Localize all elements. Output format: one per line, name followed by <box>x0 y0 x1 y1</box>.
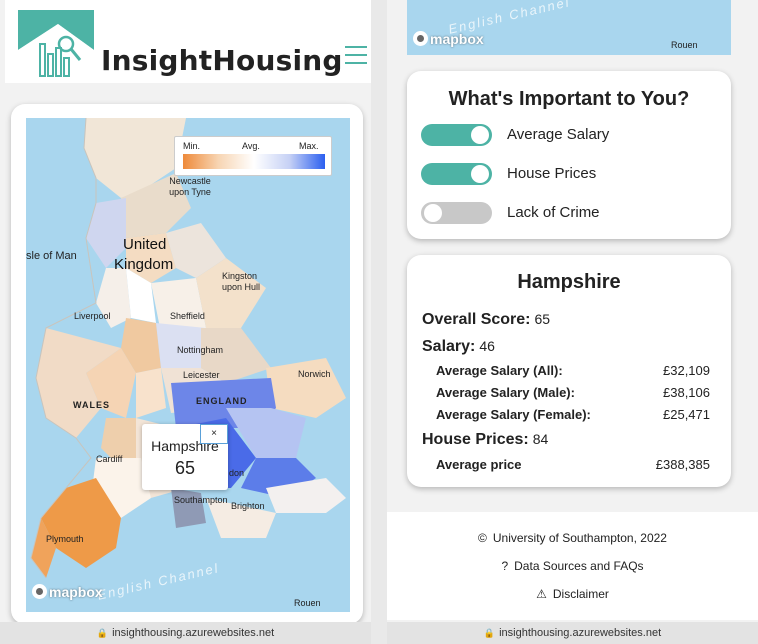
region-popup: × Hampshire 65 <box>142 424 228 490</box>
salary-all-label: Average Salary (All): <box>436 363 563 378</box>
popup-close-button[interactable]: × <box>200 424 228 444</box>
house-prices-toggle-label: House Prices <box>507 165 597 182</box>
map-label-london: don <box>229 468 245 478</box>
legend-gradient <box>183 154 325 169</box>
importance-card: What's Important to You? Average Salary … <box>407 71 731 239</box>
map-label-leicester: Leicester <box>183 370 220 380</box>
map-label-newcastle: Newcastle upon Tyne <box>169 176 211 197</box>
mapbox-icon-2 <box>413 31 428 46</box>
mapbox-text-2: mapbox <box>430 31 484 47</box>
map-label-southampton: Southampton <box>174 495 228 505</box>
mapbox-text: mapbox <box>49 584 103 600</box>
legend-max-label: Max. <box>299 141 319 151</box>
legend-min-label: Min. <box>183 141 201 151</box>
map-label-isle-of-man: sle of Man <box>26 250 77 262</box>
url-text: insighthousing.azurewebsites.net <box>112 627 275 639</box>
copyright-text: © University of Southampton, 2022 <box>387 531 758 545</box>
faq-link[interactable]: ? Data Sources and FAQs <box>387 559 758 573</box>
overall-score-label: Overall Score: <box>422 311 531 328</box>
salary-score-label: Salary: <box>422 338 476 355</box>
map-label-cardiff: Cardiff <box>96 454 123 464</box>
map-label-nottingham: Nottingham <box>177 345 224 355</box>
lock-icon-2: 🔒 <box>483 628 496 638</box>
brand-name[interactable]: InsightHousing <box>101 44 343 77</box>
address-bar[interactable]: 🔒 insighthousing.azurewebsites.net <box>0 622 371 644</box>
toggle-knob <box>471 165 489 183</box>
salary-toggle-label: Average Salary <box>507 126 610 143</box>
map-label-brighton: Brighton <box>231 501 265 511</box>
map-label-rouen-2: Rouen <box>671 40 698 50</box>
map-bottom-fragment[interactable]: English Channel Rouen mapbox <box>407 0 731 55</box>
hamburger-menu-icon[interactable] <box>345 46 367 66</box>
mapbox-logo-2[interactable]: mapbox <box>413 31 484 47</box>
average-price-label: Average price <box>436 457 522 472</box>
question-icon: ? <box>501 559 509 573</box>
salary-toggle[interactable] <box>421 124 492 146</box>
overall-score-value: 65 <box>534 311 551 327</box>
legend-avg-label: Avg. <box>242 141 260 151</box>
salary-male-value: £38,106 <box>663 385 710 400</box>
mapbox-icon <box>32 584 47 599</box>
toggle-knob <box>471 126 489 144</box>
site-header: InsightHousing <box>5 0 371 83</box>
map-label-plymouth: Plymouth <box>46 534 84 544</box>
map-label-liverpool: Liverpool <box>74 311 111 321</box>
disclaimer-label[interactable]: Disclaimer <box>553 587 609 601</box>
lock-icon: 🔒 <box>96 628 109 638</box>
salary-female-value: £25,471 <box>663 407 710 422</box>
map-card: Min. Avg. Max. Newcastle upon Tyne Unite… <box>11 104 363 624</box>
house-prices-score: House Prices: 84 <box>422 431 548 449</box>
faq-label[interactable]: Data Sources and FAQs <box>514 559 643 573</box>
mapbox-logo[interactable]: mapbox <box>32 584 103 600</box>
map-label-sheffield: Sheffield <box>170 311 205 321</box>
copyright-label: University of Southampton, 2022 <box>492 531 667 545</box>
logo-icon[interactable] <box>18 10 94 79</box>
region-title: Hampshire <box>517 271 621 293</box>
map-label-norwich: Norwich <box>298 369 331 379</box>
crime-toggle[interactable] <box>421 202 492 224</box>
crime-toggle-label: Lack of Crime <box>507 204 600 221</box>
copyright-icon: © <box>478 531 487 545</box>
site-footer: © University of Southampton, 2022 ? Data S… <box>387 512 758 620</box>
salary-all-value: £32,109 <box>663 363 710 378</box>
map-label-wales: WALES <box>73 400 111 410</box>
map-legend: Min. Avg. Max. <box>174 136 332 176</box>
average-price-value: £388,385 <box>655 457 710 472</box>
disclaimer-link[interactable]: ⚠ Disclaimer <box>387 587 758 601</box>
house-prices-score-label: House Prices: <box>422 431 529 448</box>
importance-title: What's Important to You? <box>448 88 690 110</box>
popup-region-score: 65 <box>174 458 196 478</box>
choropleth-map[interactable]: Min. Avg. Max. Newcastle upon Tyne Unite… <box>26 118 350 612</box>
map-label-kingston: Kingston upon Hull <box>222 271 261 292</box>
salary-score: Salary: 46 <box>422 338 495 356</box>
url-text-2: insighthousing.azurewebsites.net <box>499 627 662 639</box>
right-screen: English Channel Rouen mapbox What's Impo… <box>387 0 758 644</box>
map-label-kingdom: Kingdom <box>114 256 174 273</box>
house-prices-score-value: 84 <box>532 431 549 447</box>
map-label-rouen: Rouen <box>294 598 321 608</box>
toggle-knob <box>424 204 442 222</box>
warning-icon: ⚠ <box>536 587 547 601</box>
left-screen: InsightHousing Min. Avg. Max. Newcastle … <box>0 0 371 644</box>
address-bar-2[interactable]: 🔒 insighthousing.azurewebsites.net <box>387 622 758 644</box>
salary-score-value: 46 <box>479 338 495 354</box>
overall-score: Overall Score: 65 <box>422 311 550 329</box>
salary-male-label: Average Salary (Male): <box>436 385 575 400</box>
region-details-card: Hampshire Overall Score: 65 Salary: 46 Ave… <box>407 255 731 487</box>
map-label-england: ENGLAND <box>196 396 248 406</box>
map-label-united: United <box>123 236 167 253</box>
house-prices-toggle[interactable] <box>421 163 492 185</box>
salary-female-label: Average Salary (Female): <box>436 407 591 422</box>
